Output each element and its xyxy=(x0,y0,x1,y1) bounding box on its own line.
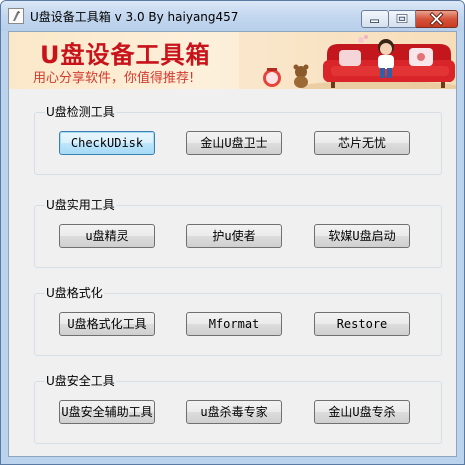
maximize-button[interactable] xyxy=(389,10,416,28)
udisk-security-helper-button[interactable]: U盘安全辅助工具 xyxy=(59,400,155,424)
udisk-wizard-button[interactable]: u盘精灵 xyxy=(59,224,155,248)
group-title: U盘安全工具 xyxy=(45,374,116,388)
minimize-button[interactable] xyxy=(361,10,389,28)
udisk-antivirus-expert-button[interactable]: u盘杀毒专家 xyxy=(186,400,282,424)
banner-title: U盘设备工具箱 xyxy=(40,41,211,69)
group-utility-tools: U盘实用工具 u盘精灵 护u使者 软媒U盘启动 xyxy=(34,198,442,268)
restore-button[interactable]: Restore xyxy=(314,312,410,336)
app-icon[interactable] xyxy=(8,8,24,24)
group-format-tools: U盘格式化 U盘格式化工具 Mformat Restore xyxy=(34,286,442,356)
checkudisk-button[interactable]: CheckUDisk xyxy=(59,131,155,155)
group-title: U盘检测工具 xyxy=(45,105,116,119)
group-title: U盘格式化 xyxy=(45,286,104,300)
close-button[interactable] xyxy=(416,10,458,28)
ruanmei-udisk-boot-button[interactable]: 软媒U盘启动 xyxy=(314,224,410,248)
client-area: U盘设备工具箱 用心分享软件，你值得推荐! U盘检测工具 CheckUDisk … xyxy=(8,31,457,457)
app-window: U盘设备工具箱 v 3.0 By haiyang457 U盘设备工具箱 用心分享… xyxy=(0,0,465,465)
banner-illustration xyxy=(239,32,456,89)
group-title: U盘实用工具 xyxy=(45,198,116,212)
udisk-format-tool-button[interactable]: U盘格式化工具 xyxy=(59,312,155,336)
banner-slogan: 用心分享软件，你值得推荐! xyxy=(33,71,195,86)
title-bar[interactable]: U盘设备工具箱 v 3.0 By haiyang457 xyxy=(1,1,464,31)
close-icon xyxy=(429,12,444,26)
banner: U盘设备工具箱 用心分享软件，你值得推荐! xyxy=(9,32,456,89)
window-title: U盘设备工具箱 v 3.0 By haiyang457 xyxy=(30,10,239,24)
mformat-button[interactable]: Mformat xyxy=(186,312,282,336)
chip-wuyou-button[interactable]: 芯片无忧 xyxy=(314,131,410,155)
kingsoft-udisk-guard-button[interactable]: 金山U盘卫士 xyxy=(186,131,282,155)
group-detect-tools: U盘检测工具 CheckUDisk 金山U盘卫士 芯片无忧 xyxy=(34,105,442,175)
udisk-guardian-button[interactable]: 护u使者 xyxy=(186,224,282,248)
kingsoft-udisk-killer-button[interactable]: 金山U盘专杀 xyxy=(314,400,410,424)
group-security-tools: U盘安全工具 U盘安全辅助工具 u盘杀毒专家 金山U盘专杀 xyxy=(34,374,442,444)
